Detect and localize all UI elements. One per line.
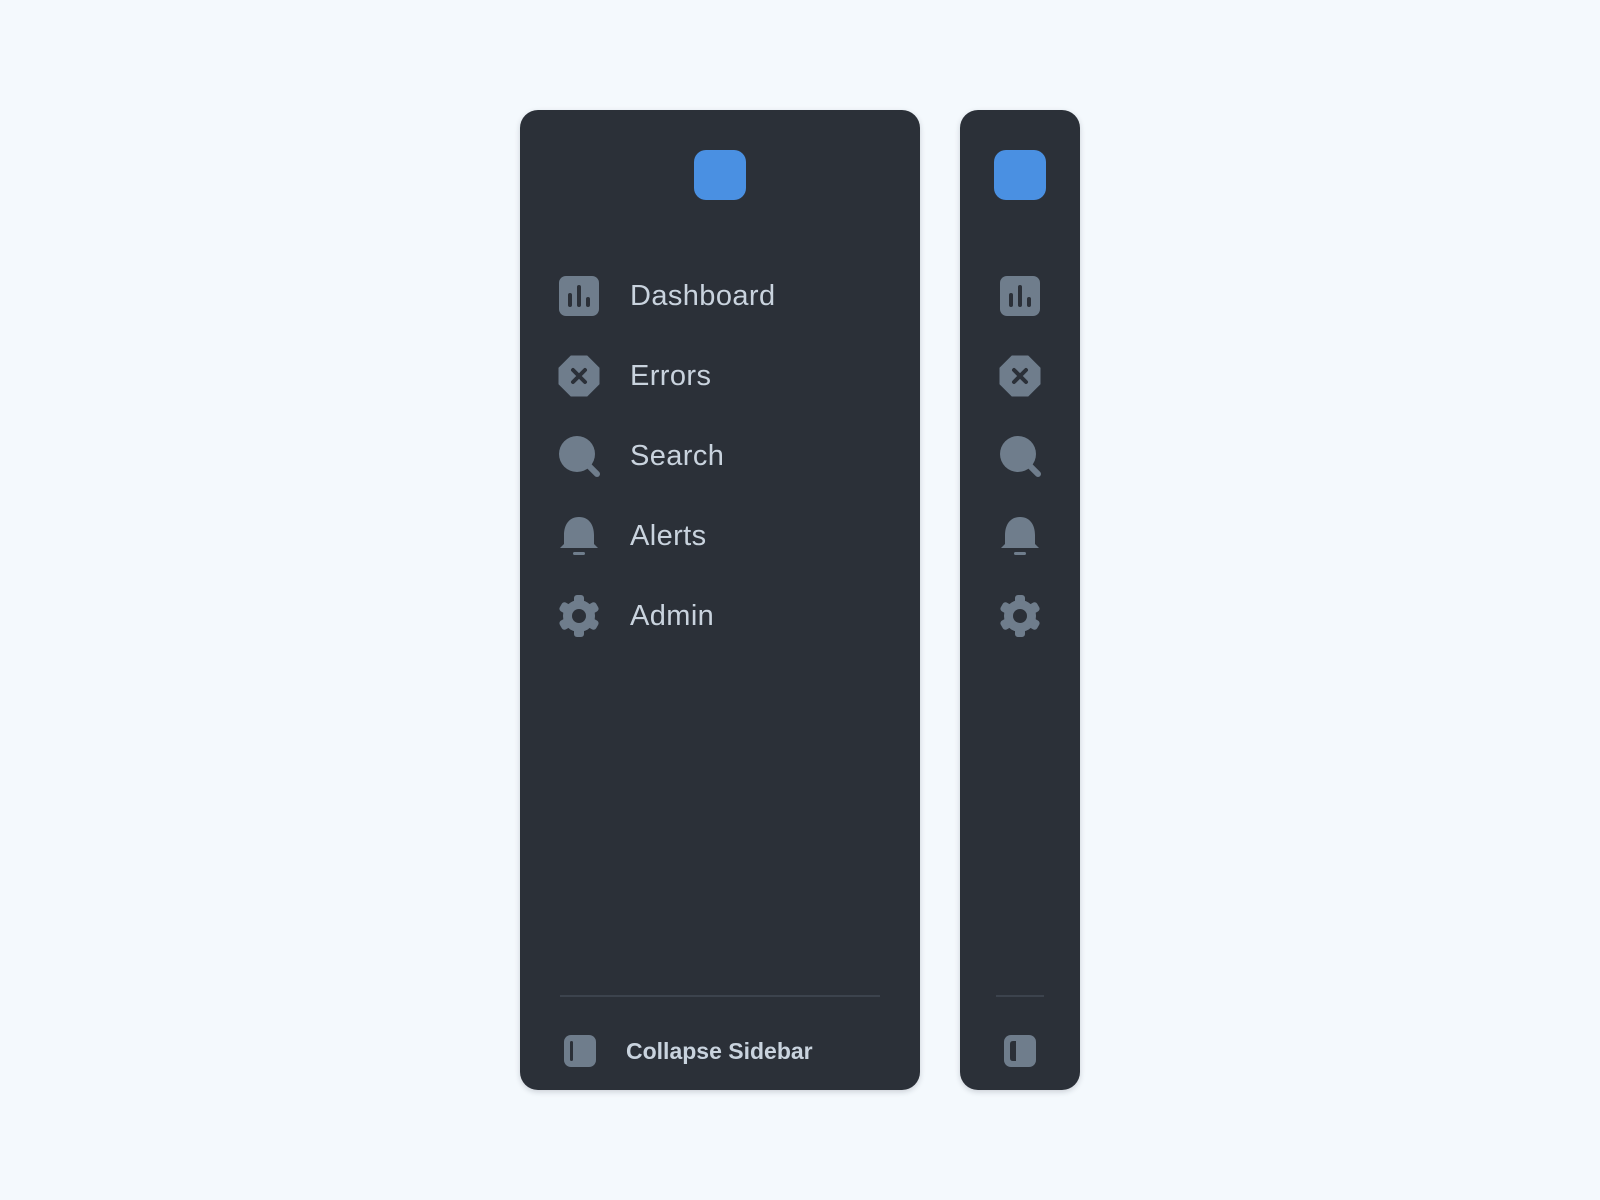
sidebar-toggle-icon — [562, 1033, 598, 1069]
sidebar-toggle-icon — [1002, 1033, 1038, 1069]
nav-label-admin: Admin — [630, 599, 715, 632]
collapse-sidebar-button[interactable]: Collapse Sidebar — [562, 1022, 862, 1080]
nav-item-alerts[interactable] — [996, 508, 1044, 564]
sidebar-divider — [560, 995, 880, 997]
gear-icon — [999, 595, 1041, 637]
error-octagon-icon — [999, 355, 1041, 397]
bell-icon — [999, 515, 1041, 557]
nav-item-dashboard[interactable] — [996, 268, 1044, 324]
nav-item-dashboard[interactable]: Dashboard — [558, 268, 882, 324]
nav-item-search[interactable]: Search — [558, 428, 882, 484]
stage: Dashboard Errors Search Alerts Admin Col… — [0, 0, 1600, 1200]
expanded-sidebar: Dashboard Errors Search Alerts Admin Col… — [520, 110, 920, 1090]
nav-item-admin[interactable]: Admin — [558, 588, 882, 644]
nav-label-errors: Errors — [630, 359, 712, 392]
nav-label-dashboard: Dashboard — [630, 279, 776, 312]
expand-sidebar-button[interactable] — [998, 1022, 1042, 1080]
app-logo[interactable] — [694, 150, 746, 200]
app-logo[interactable] — [994, 150, 1046, 200]
collapsed-sidebar — [960, 110, 1080, 1090]
gear-icon — [558, 595, 600, 637]
sidebar-divider — [996, 995, 1044, 997]
bell-icon — [558, 515, 600, 557]
collapse-sidebar-label: Collapse Sidebar — [626, 1037, 813, 1064]
nav-label-search: Search — [630, 439, 725, 472]
nav-label-alerts: Alerts — [630, 519, 707, 552]
search-icon — [999, 435, 1041, 477]
nav-item-alerts[interactable]: Alerts — [558, 508, 882, 564]
error-octagon-icon — [558, 355, 600, 397]
nav-item-admin[interactable] — [996, 588, 1044, 644]
bar-chart-icon — [558, 275, 600, 317]
nav-item-search[interactable] — [996, 428, 1044, 484]
nav-item-errors[interactable]: Errors — [558, 348, 882, 404]
bar-chart-icon — [999, 275, 1041, 317]
nav-item-errors[interactable] — [996, 348, 1044, 404]
search-icon — [558, 435, 600, 477]
